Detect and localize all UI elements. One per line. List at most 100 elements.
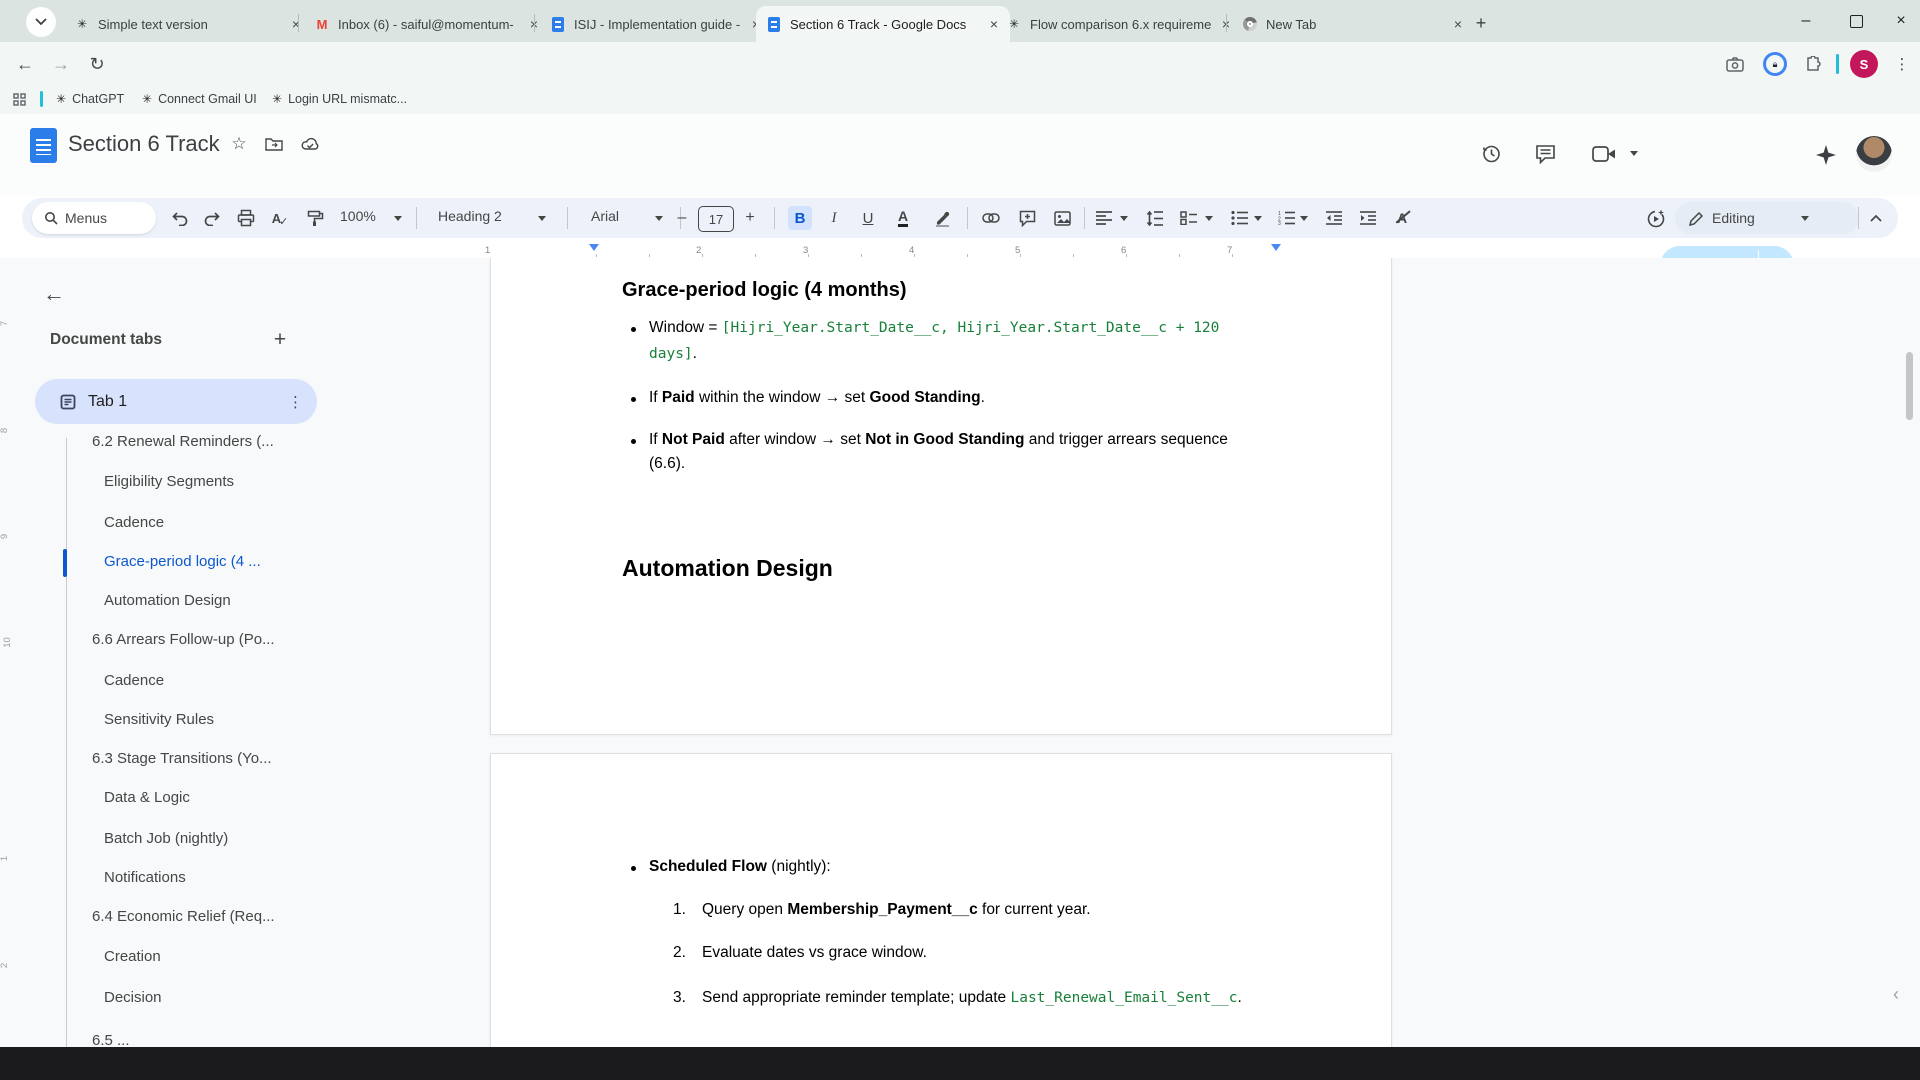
video-call-icon[interactable]: [1590, 141, 1618, 167]
checklist-dropdown-icon[interactable]: [1205, 216, 1213, 221]
heading-automation-design[interactable]: Automation Design: [622, 555, 833, 582]
bold-button[interactable]: B: [788, 206, 812, 230]
bulleted-list-button[interactable]: [1227, 206, 1251, 230]
bookmark-item[interactable]: ✳ ChatGPT: [56, 89, 124, 109]
numbered-list-dropdown-icon[interactable]: [1300, 216, 1308, 221]
version-history-icon[interactable]: [1478, 141, 1504, 167]
style-dropdown-icon[interactable]: [538, 216, 546, 221]
browser-menu-kebab-icon[interactable]: ⋮: [1890, 51, 1914, 77]
paragraph-style-select[interactable]: Heading 2: [438, 208, 502, 224]
outline-item-clipped[interactable]: 6.5 ...: [92, 1030, 307, 1047]
numbered-item-2[interactable]: Evaluate dates vs grace window.: [702, 941, 1352, 965]
line-spacing-button[interactable]: [1142, 206, 1166, 230]
redo-button[interactable]: [200, 206, 224, 230]
undo-button[interactable]: [168, 206, 192, 230]
profile-avatar[interactable]: S: [1850, 50, 1878, 78]
tab-search-button[interactable]: [26, 7, 56, 37]
zoom-select[interactable]: 100%: [340, 208, 376, 224]
zoom-dropdown-icon[interactable]: [394, 216, 402, 221]
increase-font-size-button[interactable]: +: [738, 206, 762, 230]
outline-item-active[interactable]: Grace-period logic (4 ...: [104, 551, 307, 573]
close-outline-back-button[interactable]: ←: [34, 274, 74, 314]
gemini-sparkle-icon[interactable]: [1812, 141, 1840, 169]
reload-button[interactable]: ↻: [84, 51, 110, 77]
new-tab-button[interactable]: +: [1468, 10, 1494, 36]
align-button[interactable]: [1092, 206, 1116, 230]
apps-grid-icon[interactable]: [8, 88, 30, 110]
bullet-window[interactable]: Window = [Hijri_Year.Start_Date__c, Hijr…: [649, 316, 1329, 366]
outline-item[interactable]: Notifications: [104, 867, 307, 889]
insert-link-button[interactable]: [979, 206, 1003, 230]
editing-mode-button[interactable]: Editing: [1675, 202, 1859, 234]
decrease-indent-button[interactable]: [1322, 206, 1346, 230]
outline-item[interactable]: 6.2 Renewal Reminders (...: [92, 431, 307, 453]
window-maximize-button[interactable]: [1836, 8, 1876, 34]
italic-button[interactable]: I: [822, 206, 846, 230]
outline-item[interactable]: Cadence: [104, 512, 307, 534]
outline-item[interactable]: Decision: [104, 987, 307, 1009]
video-call-dropdown-icon[interactable]: [1630, 151, 1638, 156]
tab-options-kebab-icon[interactable]: ⋮: [288, 393, 303, 411]
cloud-saved-icon[interactable]: [298, 133, 322, 155]
add-comment-button[interactable]: [1015, 206, 1039, 230]
star-document-icon[interactable]: ☆: [228, 133, 250, 155]
vertical-scrollbar-thumb[interactable]: [1906, 352, 1913, 420]
decrease-font-size-button[interactable]: –: [670, 206, 694, 230]
document-title[interactable]: Section 6 Track: [68, 131, 220, 157]
highlight-color-button[interactable]: [930, 206, 954, 230]
bookmark-item[interactable]: ✳ Connect Gmail UI: [142, 89, 257, 109]
numbered-list-button[interactable]: 123: [1274, 206, 1298, 230]
browser-tab[interactable]: ✳ Flow comparison 6.x requireme ×: [996, 6, 1242, 42]
horizontal-ruler[interactable]: 1 2 3 4 5 6 7: [490, 244, 1390, 258]
menus-search-button[interactable]: Menus: [32, 202, 156, 234]
tab-close-icon[interactable]: ×: [290, 16, 302, 32]
text-color-button[interactable]: A: [891, 206, 915, 230]
google-docs-logo[interactable]: [30, 128, 57, 163]
outline-item[interactable]: Creation: [104, 946, 307, 968]
font-dropdown-icon[interactable]: [655, 216, 663, 221]
right-indent-marker[interactable]: [1271, 244, 1281, 251]
outline-item[interactable]: Data & Logic: [104, 787, 307, 809]
collapse-toolbar-button[interactable]: [1864, 206, 1888, 230]
paint-format-button[interactable]: [303, 206, 327, 230]
onepassword-icon[interactable]: 🔒︎: [1762, 51, 1788, 77]
forward-button[interactable]: →: [48, 51, 74, 77]
outline-item[interactable]: Sensitivity Rules: [104, 709, 307, 731]
font-size-input[interactable]: 17: [698, 206, 734, 232]
extensions-puzzle-icon[interactable]: [1800, 51, 1826, 77]
numbered-item-3[interactable]: Send appropriate reminder template; upda…: [702, 986, 1352, 1010]
back-button[interactable]: ←: [12, 51, 38, 77]
left-indent-marker[interactable]: [589, 244, 599, 251]
align-dropdown-icon[interactable]: [1120, 216, 1128, 221]
browser-tab[interactable]: ✳ Simple text version ×: [64, 6, 312, 42]
user-avatar[interactable]: [1856, 136, 1892, 172]
spellcheck-button[interactable]: A✓: [268, 206, 292, 230]
numbered-item-1[interactable]: Query open Membership_Payment__c for cur…: [702, 898, 1352, 922]
outline-item[interactable]: Eligibility Segments: [104, 471, 307, 493]
browser-tab[interactable]: New Tab ×: [1232, 6, 1474, 42]
checklist-button[interactable]: [1176, 206, 1200, 230]
outline-item[interactable]: 6.3 Stage Transitions (Yo...: [92, 748, 307, 770]
bullet-scheduled-flow[interactable]: Scheduled Flow (nightly):: [649, 855, 1329, 879]
bullet-not-paid[interactable]: If Not Paid after window → set Not in Go…: [649, 428, 1329, 476]
underline-button[interactable]: U: [856, 206, 880, 230]
clear-formatting-button[interactable]: A: [1390, 206, 1414, 230]
tab-close-icon[interactable]: ×: [1452, 16, 1464, 32]
bookmark-item[interactable]: ✳ Login URL mismatc...: [272, 89, 407, 109]
add-tab-button[interactable]: +: [266, 326, 294, 354]
screenshot-camera-icon[interactable]: [1722, 51, 1748, 77]
browser-tab[interactable]: M Inbox (6) - saiful@momentum- ×: [304, 6, 550, 42]
bulleted-list-dropdown-icon[interactable]: [1254, 216, 1262, 221]
browser-tab-active[interactable]: Section 6 Track - Google Docs ×: [756, 6, 1010, 42]
bullet-paid[interactable]: If Paid within the window → set Good Sta…: [649, 386, 1329, 410]
font-select[interactable]: Arial: [591, 208, 619, 224]
print-button[interactable]: [234, 206, 258, 230]
side-panel-collapse-icon[interactable]: ‹: [1893, 984, 1899, 1005]
outline-item[interactable]: Batch Job (nightly): [104, 828, 307, 850]
outline-item[interactable]: Automation Design: [104, 590, 307, 612]
comments-icon[interactable]: [1532, 141, 1558, 167]
increase-indent-button[interactable]: [1356, 206, 1380, 230]
outline-item[interactable]: Cadence: [104, 670, 307, 692]
window-minimize-button[interactable]: –: [1786, 8, 1826, 34]
window-close-button[interactable]: ×: [1882, 8, 1920, 34]
